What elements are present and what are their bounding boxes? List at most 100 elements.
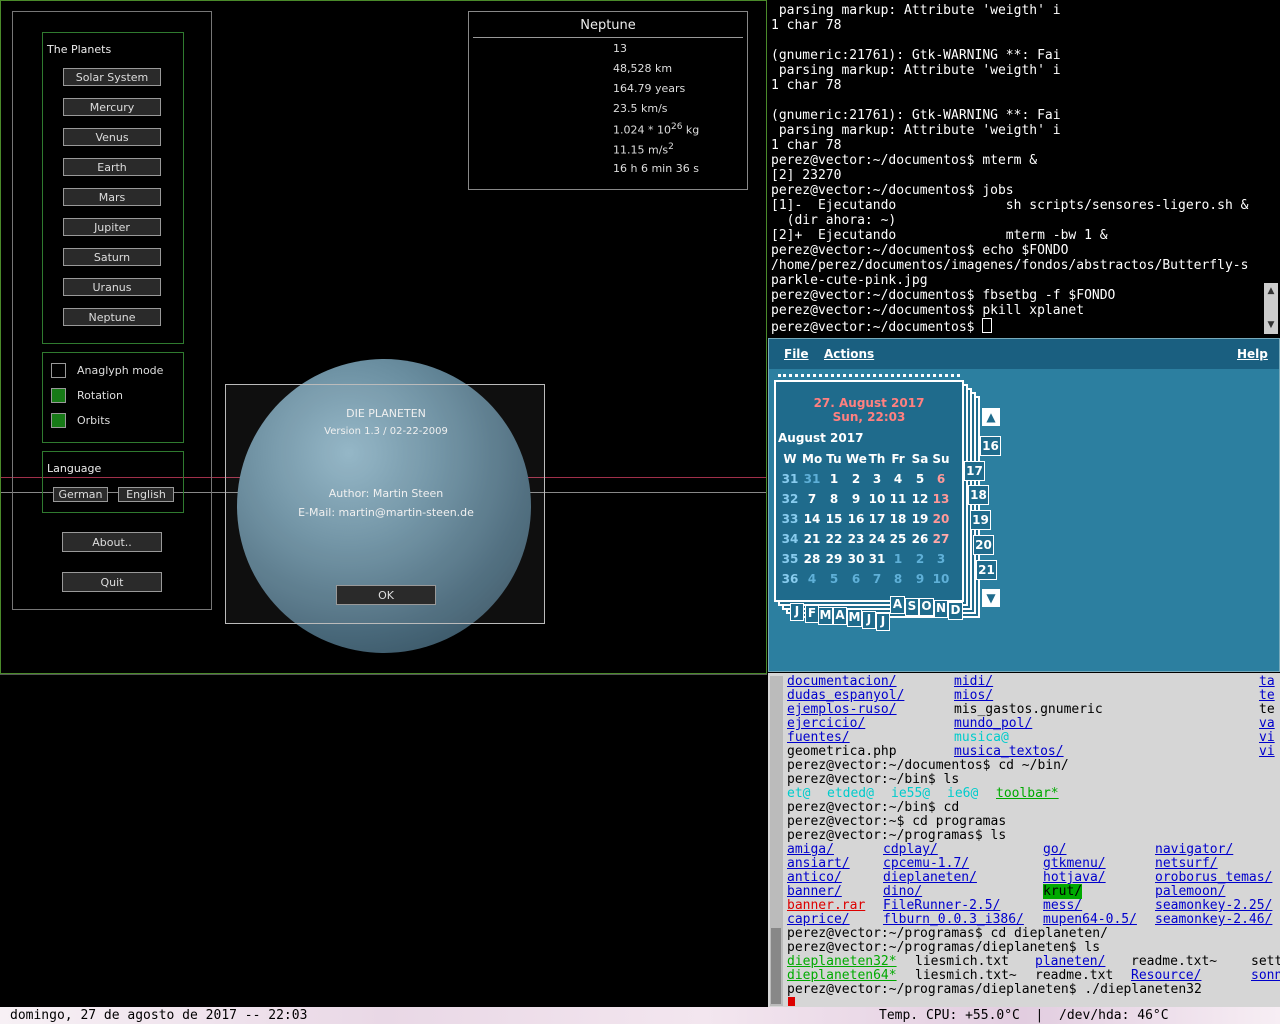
planet-button-mercury[interactable]: Mercury xyxy=(63,98,161,116)
calendar-day[interactable]: 12 xyxy=(910,492,930,506)
planet-button-saturn[interactable]: Saturn xyxy=(63,248,161,266)
calendar-day[interactable]: 23 xyxy=(846,532,866,546)
month-tab-dec[interactable]: D xyxy=(948,602,963,620)
month-tab-mar[interactable]: M xyxy=(818,607,833,625)
calendar-week-number[interactable]: 34 xyxy=(780,532,800,546)
german-button[interactable]: German xyxy=(53,487,108,502)
week-tab-21[interactable]: 21 xyxy=(976,560,997,580)
month-tab-may[interactable]: M xyxy=(847,609,862,627)
calendar-day[interactable]: 2 xyxy=(910,552,930,566)
calendar-day[interactable]: 4 xyxy=(802,572,822,586)
planet-button-venus[interactable]: Venus xyxy=(63,128,161,146)
calendar-day[interactable]: 15 xyxy=(824,512,844,526)
calendar-day[interactable]: 9 xyxy=(846,492,866,506)
calendar-week-number[interactable]: 32 xyxy=(780,492,800,506)
month-tab-oct[interactable]: O xyxy=(919,598,934,616)
quit-button[interactable]: Quit xyxy=(62,572,162,592)
calendar-day[interactable]: 2 xyxy=(846,472,866,486)
calendar-day[interactable]: 16 xyxy=(846,512,866,526)
calendar-nav-up-icon[interactable]: ▲ xyxy=(982,408,1000,426)
calendar-day[interactable]: 20 xyxy=(931,512,951,526)
month-tab-jul[interactable]: J xyxy=(876,613,890,631)
anaglyph-checkbox[interactable] xyxy=(51,363,66,378)
month-tab-feb[interactable]: F xyxy=(805,605,819,623)
mass-unit: kg xyxy=(682,123,700,137)
calendar-day[interactable]: 6 xyxy=(931,472,951,486)
planet-button-jupiter[interactable]: Jupiter xyxy=(63,218,161,236)
calendar-day[interactable]: 30 xyxy=(846,552,866,566)
calendar-day[interactable]: 4 xyxy=(888,472,908,486)
calendar-day[interactable]: 1 xyxy=(824,472,844,486)
calendar-day[interactable]: 11 xyxy=(888,492,908,506)
terminal-top[interactable]: parsing markup: Attribute 'weigth' i 1 c… xyxy=(768,0,1280,336)
menu-help[interactable]: Help xyxy=(1237,347,1268,361)
scroll-up-arrow-icon[interactable]: ▲ xyxy=(1265,285,1277,297)
planet-button-solar-system[interactable]: Solar System xyxy=(63,68,161,86)
calendar-day[interactable]: 3 xyxy=(867,472,887,486)
calendar-day[interactable]: 10 xyxy=(867,492,887,506)
menu-actions[interactable]: Actions xyxy=(824,347,874,361)
terminal-top-scrollbar[interactable]: ▲ ▼ xyxy=(1264,283,1278,334)
calendar-day[interactable]: 31 xyxy=(802,472,822,486)
calendar-day[interactable]: 5 xyxy=(910,472,930,486)
calendar-day[interactable]: 7 xyxy=(802,492,822,506)
planet-button-earth[interactable]: Earth xyxy=(63,158,161,176)
english-button[interactable]: English xyxy=(118,487,174,502)
orbits-checkbox[interactable] xyxy=(51,413,66,428)
calendar-day[interactable]: 22 xyxy=(824,532,844,546)
week-tab-17[interactable]: 17 xyxy=(964,461,985,481)
calendar-week-number[interactable]: 36 xyxy=(780,572,800,586)
month-tab-jun[interactable]: J xyxy=(862,611,876,629)
month-tab-jan[interactable]: J xyxy=(790,603,804,621)
terminal-prompt-line: perez@vector:~/documentos$ xyxy=(771,318,993,335)
terminal-bottom-scrollbar[interactable] xyxy=(770,676,783,1006)
cursor xyxy=(788,997,795,1006)
calendar-day[interactable]: 28 xyxy=(802,552,822,566)
planet-button-uranus[interactable]: Uranus xyxy=(63,278,161,296)
month-tab-aug[interactable]: A xyxy=(890,596,905,614)
calendar-day[interactable]: 10 xyxy=(931,572,951,586)
planet-button-neptune[interactable]: Neptune xyxy=(63,308,161,326)
calendar-day[interactable]: 8 xyxy=(824,492,844,506)
week-tab-16[interactable]: 16 xyxy=(980,436,1001,456)
scroll-thumb[interactable] xyxy=(771,928,781,1004)
calendar-day[interactable]: 27 xyxy=(931,532,951,546)
calendar-day[interactable]: 18 xyxy=(888,512,908,526)
calendar-day[interactable]: 29 xyxy=(824,552,844,566)
about-ok-button[interactable]: OK xyxy=(336,585,436,605)
calendar-day[interactable]: 31 xyxy=(867,552,887,566)
calendar-day[interactable]: 7 xyxy=(867,572,887,586)
calendar-day[interactable]: 17 xyxy=(867,512,887,526)
calendar-nav-down-icon[interactable]: ▼ xyxy=(982,589,1000,607)
file-entry: dieplaneten/ xyxy=(883,870,977,885)
about-version: Version 1.3 / 02-22-2009 xyxy=(324,426,448,437)
month-tab-nov[interactable]: N xyxy=(934,600,948,618)
planet-button-mars[interactable]: Mars xyxy=(63,188,161,206)
scroll-down-arrow-icon[interactable]: ▼ xyxy=(1265,319,1277,331)
menu-file[interactable]: File xyxy=(784,347,809,361)
month-tab-sep[interactable]: S xyxy=(905,598,919,616)
calendar-day[interactable]: 1 xyxy=(888,552,908,566)
week-tab-19[interactable]: 19 xyxy=(970,510,991,530)
week-tab-18[interactable]: 18 xyxy=(968,485,989,505)
calendar-day[interactable]: 5 xyxy=(824,572,844,586)
calendar-week-number[interactable]: 35 xyxy=(780,552,800,566)
month-tab-apr[interactable]: A xyxy=(833,607,847,625)
calendar-day[interactable]: 19 xyxy=(910,512,930,526)
calendar-day[interactable]: 13 xyxy=(931,492,951,506)
calendar-day[interactable]: 8 xyxy=(888,572,908,586)
about-button[interactable]: About.. xyxy=(62,532,162,552)
calendar-day[interactable]: 14 xyxy=(802,512,822,526)
calendar-day[interactable]: 25 xyxy=(888,532,908,546)
calendar-week-number[interactable]: 31 xyxy=(780,472,800,486)
rotation-checkbox[interactable] xyxy=(51,388,66,403)
calendar-day[interactable]: 9 xyxy=(910,572,930,586)
calendar-week-number[interactable]: 33 xyxy=(780,512,800,526)
calendar-day[interactable]: 26 xyxy=(910,532,930,546)
calendar-day[interactable]: 21 xyxy=(802,532,822,546)
terminal-bottom[interactable]: documentacion/midi/ta dudas_espanyol/mios… xyxy=(768,673,1280,1007)
calendar-day[interactable]: 6 xyxy=(846,572,866,586)
week-tab-20[interactable]: 20 xyxy=(973,535,994,555)
calendar-day[interactable]: 24 xyxy=(867,532,887,546)
calendar-day[interactable]: 3 xyxy=(931,552,951,566)
